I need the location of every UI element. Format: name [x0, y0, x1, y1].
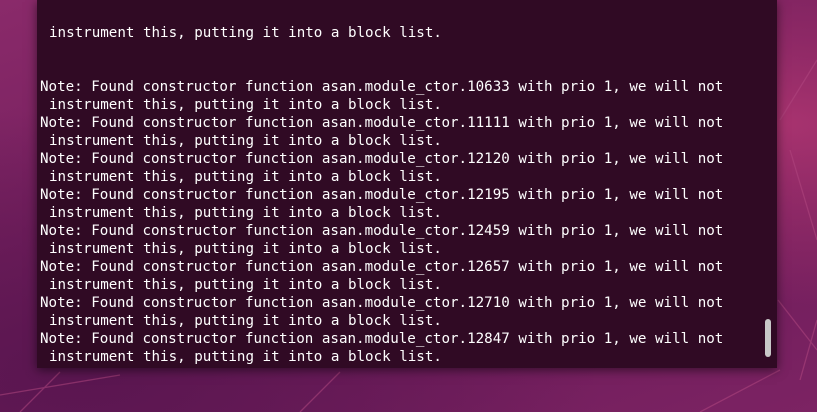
note-line: Note: Found constructor function asan.mo…: [40, 151, 724, 167]
partial-top-line: instrument this, putting it into a block…: [49, 25, 442, 41]
terminal-line: Note: Found constructor function asan.mo…: [40, 258, 762, 276]
note-continuation-line: instrument this, putting it into a block…: [49, 97, 442, 113]
note-continuation-line: instrument this, putting it into a block…: [49, 169, 442, 185]
terminal-window[interactable]: instrument this, putting it into a block…: [37, 0, 777, 368]
note-continuation-line: instrument this, putting it into a block…: [49, 313, 442, 329]
note-line: Note: Found constructor function asan.mo…: [40, 223, 724, 239]
terminal-line: Note: Found constructor function asan.mo…: [40, 222, 762, 240]
terminal-line: instrument this, putting it into a block…: [40, 24, 762, 42]
terminal-line: AUTODICTIONARY: 42 strings found: [40, 366, 762, 368]
terminal-line: instrument this, putting it into a block…: [40, 312, 762, 330]
terminal-output: instrument this, putting it into a block…: [40, 0, 762, 368]
terminal-line: instrument this, putting it into a block…: [40, 348, 762, 366]
note-line: Note: Found constructor function asan.mo…: [40, 259, 724, 275]
terminal-line: instrument this, putting it into a block…: [40, 276, 762, 294]
scrollbar-thumb[interactable]: [765, 319, 771, 357]
terminal-line: instrument this, putting it into a block…: [40, 240, 762, 258]
note-line: Note: Found constructor function asan.mo…: [40, 295, 724, 311]
terminal-line: Note: Found constructor function asan.mo…: [40, 294, 762, 312]
terminal-line: instrument this, putting it into a block…: [40, 168, 762, 186]
terminal-line: Note: Found constructor function asan.mo…: [40, 78, 762, 96]
terminal-scrollbar[interactable]: [763, 0, 771, 368]
autodictionary-line: AUTODICTIONARY: 42 strings found: [40, 367, 313, 368]
terminal-line: Note: Found constructor function asan.mo…: [40, 186, 762, 204]
terminal-line: Note: Found constructor function asan.mo…: [40, 150, 762, 168]
note-line: Note: Found constructor function asan.mo…: [40, 331, 724, 347]
note-continuation-line: instrument this, putting it into a block…: [49, 241, 442, 257]
note-continuation-line: instrument this, putting it into a block…: [49, 349, 442, 365]
terminal-line: instrument this, putting it into a block…: [40, 96, 762, 114]
terminal-line: instrument this, putting it into a block…: [40, 204, 762, 222]
note-continuation-line: instrument this, putting it into a block…: [49, 205, 442, 221]
note-continuation-line: instrument this, putting it into a block…: [49, 133, 442, 149]
note-line: Note: Found constructor function asan.mo…: [40, 79, 724, 95]
note-continuation-line: instrument this, putting it into a block…: [49, 277, 442, 293]
terminal-line: Note: Found constructor function asan.mo…: [40, 114, 762, 132]
note-line: Note: Found constructor function asan.mo…: [40, 187, 724, 203]
terminal-line: Note: Found constructor function asan.mo…: [40, 330, 762, 348]
note-line: Note: Found constructor function asan.mo…: [40, 115, 724, 131]
terminal-line: instrument this, putting it into a block…: [40, 132, 762, 150]
